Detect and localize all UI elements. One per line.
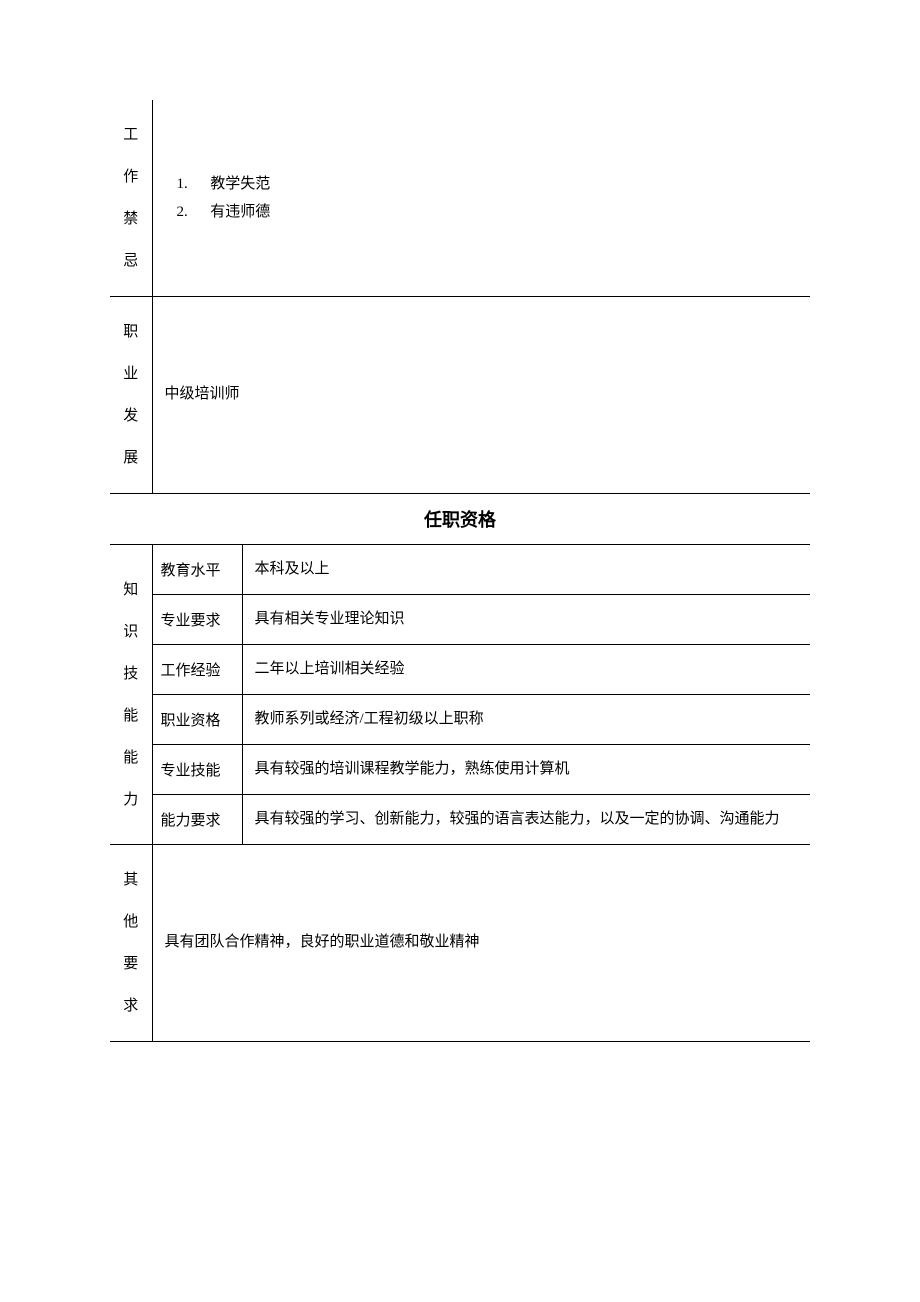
skill-label-major: 专业要求 <box>152 595 242 645</box>
skill-value-experience: 二年以上培训相关经验 <box>242 645 810 695</box>
list-num: 1. <box>177 170 207 199</box>
skill-value-education: 本科及以上 <box>242 545 810 595</box>
list-text: 教学失范 <box>210 176 270 192</box>
skill-value-ability: 具有较强的学习、创新能力，较强的语言表达能力，以及一定的协调、沟通能力 <box>242 795 810 845</box>
skill-value-professional: 具有较强的培训课程教学能力，熟练使用计算机 <box>242 745 810 795</box>
list-text: 有违师德 <box>210 204 270 220</box>
job-spec-table: 工 作 禁 忌 1. 教学失范 2. 有违师德 职 业 发 展 中级培训师 任职… <box>110 100 810 1042</box>
row-label-other: 其 他 要 求 <box>110 845 152 1042</box>
skill-label-education: 教育水平 <box>152 545 242 595</box>
row-label-career: 职 业 发 展 <box>110 297 152 494</box>
row-label-taboo: 工 作 禁 忌 <box>110 100 152 297</box>
skill-label-ability: 能力要求 <box>152 795 242 845</box>
row-content-taboo: 1. 教学失范 2. 有违师德 <box>152 100 810 297</box>
list-num: 2. <box>177 198 207 227</box>
row-content-other: 具有团队合作精神，良好的职业道德和敬业精神 <box>152 845 810 1042</box>
section-header-qualifications: 任职资格 <box>110 494 810 545</box>
row-label-skills: 知 识 技 能 能 力 <box>110 545 152 845</box>
skill-value-major: 具有相关专业理论知识 <box>242 595 810 645</box>
list-item: 1. 教学失范 <box>177 170 799 199</box>
row-content-career: 中级培训师 <box>152 297 810 494</box>
skill-label-certification: 职业资格 <box>152 695 242 745</box>
skill-label-experience: 工作经验 <box>152 645 242 695</box>
skill-value-certification: 教师系列或经济/工程初级以上职称 <box>242 695 810 745</box>
skill-label-professional: 专业技能 <box>152 745 242 795</box>
list-item: 2. 有违师德 <box>177 198 799 227</box>
